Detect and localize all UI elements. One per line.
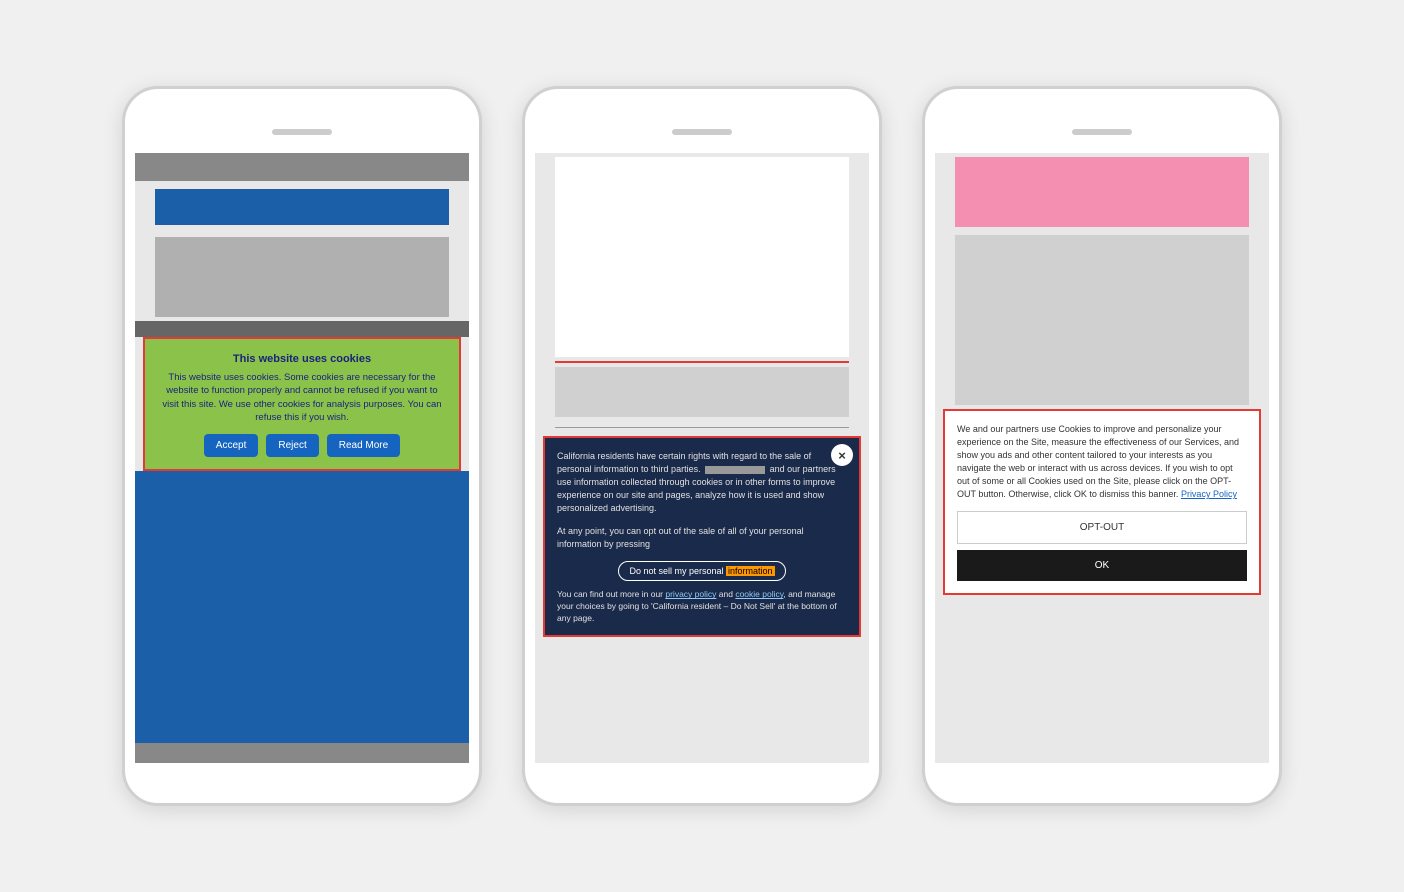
p3-gray-content (955, 235, 1249, 405)
p2-red-line (555, 361, 849, 363)
phone-2-screen: × California residents have certain righ… (535, 153, 869, 763)
phones-container: This website uses cookies This website u… (82, 46, 1322, 846)
partners-privacy-link[interactable]: Privacy Policy (1181, 489, 1237, 499)
california-footer-text: You can find out more in our privacy pol… (557, 589, 847, 625)
ok-button[interactable]: OK (957, 550, 1247, 581)
california-text-2: At any point, you can opt out of the sal… (557, 525, 847, 551)
p1-blue-bar (155, 189, 449, 225)
cookie-banner-green: This website uses cookies This website u… (143, 337, 461, 471)
cookie-banner-title: This website uses cookies (157, 353, 447, 365)
partners-banner-text: We and our partners use Cookies to impro… (957, 423, 1247, 501)
p1-bottom-gray (135, 743, 469, 763)
privacy-policy-link[interactable]: privacy policy (665, 589, 716, 599)
phone-3: We and our partners use Cookies to impro… (922, 86, 1282, 806)
cookie-policy-link[interactable]: cookie policy (735, 589, 783, 599)
p2-gray-content (555, 367, 849, 417)
blank-space (705, 466, 765, 474)
p1-bottom-blue (135, 471, 469, 743)
p3-pink-content (955, 157, 1249, 227)
p2-white-content (555, 157, 849, 357)
partners-cookie-banner: We and our partners use Cookies to impro… (943, 409, 1261, 595)
opt-out-button[interactable]: OPT-OUT (957, 511, 1247, 544)
california-cookie-panel: × California residents have certain righ… (543, 436, 861, 637)
cookie-banner-buttons: Accept Reject Read More (157, 434, 447, 457)
p1-top-gray-block (135, 153, 469, 181)
phone-1: This website uses cookies This website u… (122, 86, 482, 806)
california-close-button[interactable]: × (831, 444, 853, 466)
read-more-button[interactable]: Read More (327, 434, 400, 457)
do-not-sell-button[interactable]: Do not sell my personal information (618, 561, 785, 581)
opt-out-text-before: Do not sell my personal (629, 566, 726, 576)
phone-2: × California residents have certain righ… (522, 86, 882, 806)
cookie-banner-text: This website uses cookies. Some cookies … (157, 371, 447, 424)
accept-button[interactable]: Accept (204, 434, 259, 457)
california-text-1: California residents have certain rights… (557, 450, 847, 515)
p1-gray-content (155, 237, 449, 317)
phone-3-screen: We and our partners use Cookies to impro… (935, 153, 1269, 763)
phone-1-screen: This website uses cookies This website u… (135, 153, 469, 763)
reject-button[interactable]: Reject (266, 434, 318, 457)
opt-out-highlight: information (726, 566, 775, 576)
p2-separator-line (555, 427, 849, 428)
p1-dark-strip (135, 321, 469, 337)
